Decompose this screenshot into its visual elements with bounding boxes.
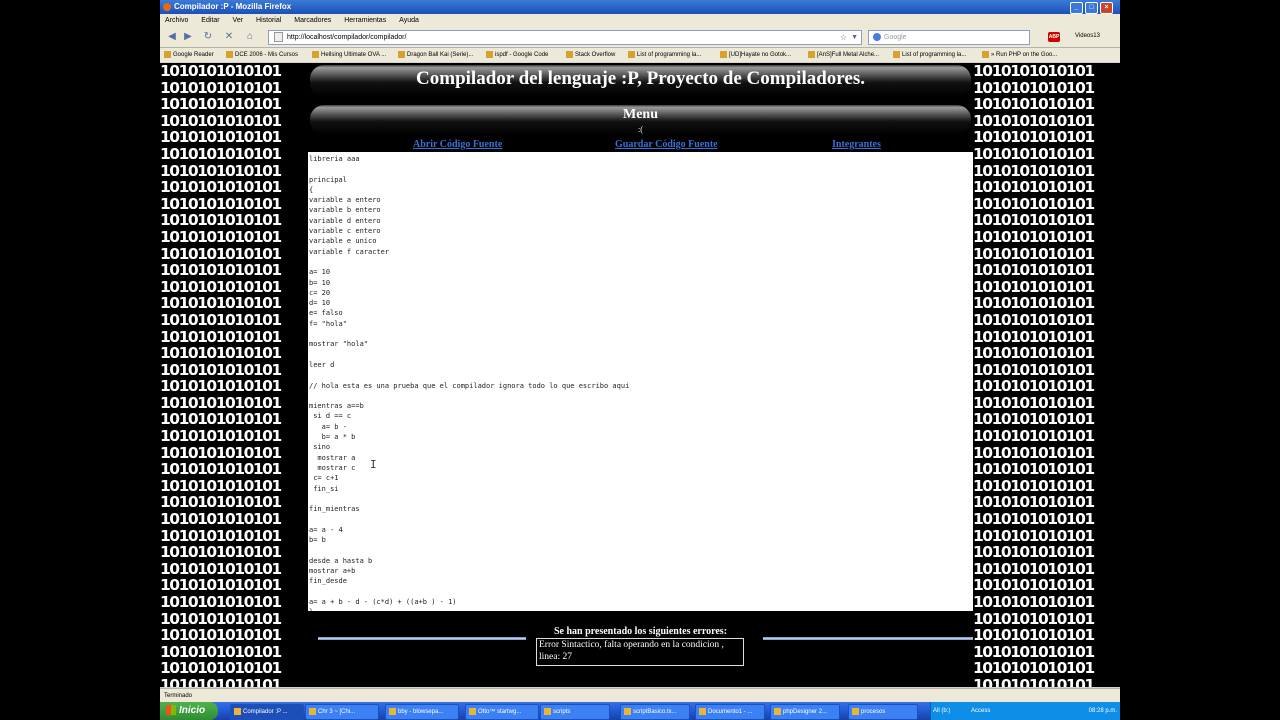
search-input[interactable]: Google — [868, 30, 1030, 45]
tray-drive[interactable]: All (b:) — [933, 702, 950, 720]
window-titlebar: Compilador :P - Mozilla Firefox _ □ × — [160, 0, 1120, 14]
taskbar-item-label: bby - blowsepa... — [398, 709, 444, 715]
bookmark-star-icon[interactable]: ☆ — [840, 31, 847, 44]
divider-right — [763, 637, 973, 640]
page-content: 1010101010101 1010101010101 101010101010… — [160, 63, 1120, 687]
menu-banner: Menu :( — [308, 103, 973, 138]
maximize-icon[interactable]: □ — [1085, 2, 1098, 14]
save-source-link[interactable]: Guardar Código Fuente — [615, 138, 718, 152]
status-text: Terminado — [164, 693, 193, 699]
windows-logo-icon — [166, 705, 176, 716]
minimize-icon[interactable]: _ — [1070, 2, 1083, 14]
start-label: Inicio — [179, 705, 206, 716]
bookmark-item[interactable]: DCE 2006 - Mis Cursos — [226, 48, 298, 62]
binary-background-left: 1010101010101 1010101010101 101010101010… — [160, 63, 282, 687]
bookmark-item[interactable]: ispdf - Google Code — [486, 48, 548, 62]
taskbar-item-label: Documento1 - ... — [708, 709, 753, 715]
taskbar-item[interactable]: Chr 3 ~ [Chi... — [305, 704, 379, 720]
taskbar-item-label: phpDesigner 2... — [783, 709, 828, 715]
menu-marcadores[interactable]: Marcadores — [294, 17, 331, 24]
taskbar-item-label: Chr 3 ~ [Chi... — [318, 709, 356, 715]
url-text: http://localhost/compilador/compilador/ — [287, 34, 407, 41]
code-editor[interactable]: libreria aaa principal { variable a ente… — [308, 152, 973, 611]
back-icon[interactable]: ◀ — [166, 31, 178, 43]
binary-background-right: 1010101010101 1010101010101 101010101010… — [973, 63, 1095, 687]
system-tray: All (b:) Access 08:28 p.m. — [930, 702, 1120, 720]
text-cursor-icon: I — [370, 458, 377, 471]
header-banner: Compilador del lenguaje :P, Proyecto de … — [308, 63, 973, 103]
tray-access[interactable]: Access — [971, 702, 990, 720]
taskbar-item[interactable]: bby - blowsepa... — [385, 704, 459, 720]
url-dropdown-icon[interactable]: ▼ — [851, 31, 858, 44]
window-title: Compilador :P - Mozilla Firefox — [174, 2, 292, 11]
error-message: Error Sintactico, falta operando en la c… — [536, 638, 744, 666]
firefox-icon — [163, 3, 171, 11]
reload-icon[interactable]: ↻ — [202, 31, 214, 43]
adblock-icon[interactable]: ABP — [1048, 32, 1060, 42]
bookmark-item[interactable]: Dragon Ball Kai (Serie)... — [398, 48, 473, 62]
close-icon[interactable]: × — [1100, 2, 1113, 14]
menu-ayuda[interactable]: Ayuda — [399, 17, 419, 24]
taskbar-item-label: Otto™ startwg... — [478, 709, 522, 715]
menu-title: Menu — [623, 107, 658, 122]
bookmark-item[interactable]: [AnS]Full Metal Alche... — [808, 48, 879, 62]
bookmark-item[interactable]: Hellsing Ultimate OVA ... — [312, 48, 386, 62]
errors-heading: Se han presentado los siguientes errores… — [553, 626, 728, 637]
navigation-toolbar: ◀ ▶ ↻ ✕ ⌂ http://localhost/compilador/co… — [160, 27, 1120, 48]
url-bar[interactable]: http://localhost/compilador/compilador/ … — [268, 30, 862, 45]
action-links: Abrir Código Fuente Guardar Código Fuent… — [308, 138, 973, 152]
source-code[interactable]: libreria aaa principal { variable a ente… — [309, 154, 629, 611]
bookmarks-toolbar: Google Reader DCE 2006 - Mis Cursos Hell… — [160, 48, 1120, 62]
taskbar-item[interactable]: phpDesigner 2... — [770, 704, 840, 720]
stop-icon[interactable]: ✕ — [223, 31, 235, 43]
bookmark-item[interactable]: List of programming la... — [893, 48, 966, 62]
videos-button[interactable]: Videos13 — [1075, 33, 1100, 39]
menu-editar[interactable]: Editar — [201, 17, 219, 24]
taskbar-item-label: scriptBasico.tx... — [633, 709, 677, 715]
page-title: Compilador del lenguaje :P, Proyecto de … — [416, 68, 865, 89]
taskbar-item[interactable]: Documento1 - ... — [695, 704, 765, 720]
taskbar-item[interactable]: Otto™ startwg... — [465, 704, 539, 720]
open-source-link[interactable]: Abrir Código Fuente — [413, 138, 502, 152]
taskbar-item[interactable]: scriptBasico.tx... — [620, 704, 690, 720]
taskbar-item-label: scripts — [553, 709, 571, 715]
members-link[interactable]: Integrantes — [832, 138, 881, 152]
errors-panel: Se han presentado los siguientes errores… — [308, 611, 973, 687]
forward-icon[interactable]: ▶ — [182, 31, 194, 43]
taskbar-item-label: procesos — [861, 709, 886, 715]
taskbar-item[interactable]: procesos — [848, 704, 918, 720]
browser-screen: Compilador :P - Mozilla Firefox _ □ × Ar… — [160, 0, 1120, 720]
bookmark-item[interactable]: Stack Overflow — [566, 48, 615, 62]
menu-herramientas[interactable]: Herramientas — [344, 17, 386, 24]
menu-bar: Archivo Editar Ver Historial Marcadores … — [160, 14, 1120, 27]
taskbar-item[interactable]: Compilador :P ... — [230, 704, 304, 720]
menu-subtitle: :( — [638, 125, 643, 134]
start-button[interactable]: Inicio — [160, 702, 218, 720]
taskbar-item[interactable]: scripts — [540, 704, 610, 720]
google-icon — [873, 33, 881, 42]
status-bar: Terminado — [160, 688, 1120, 703]
taskbar-item-label: Compilador :P ... — [243, 709, 288, 715]
home-icon[interactable]: ⌂ — [244, 31, 256, 43]
taskbar: Inicio Compilador :P ... Chr 3 ~ [Chi...… — [160, 702, 1120, 720]
bookmark-item[interactable]: [UD]Hayate no Gotok... — [720, 48, 791, 62]
bookmark-item[interactable]: List of programming la... — [628, 48, 701, 62]
divider-left — [318, 637, 526, 640]
page-icon — [274, 32, 283, 43]
menu-ver[interactable]: Ver — [233, 17, 244, 24]
bookmark-item[interactable]: Google Reader — [164, 48, 214, 62]
bookmark-item[interactable]: » Run PHP on the Goo... — [982, 48, 1057, 62]
clock: 08:28 p.m. — [1088, 708, 1117, 714]
menu-historial[interactable]: Historial — [256, 17, 281, 24]
search-placeholder: Google — [884, 34, 907, 41]
menu-archivo[interactable]: Archivo — [165, 17, 188, 24]
